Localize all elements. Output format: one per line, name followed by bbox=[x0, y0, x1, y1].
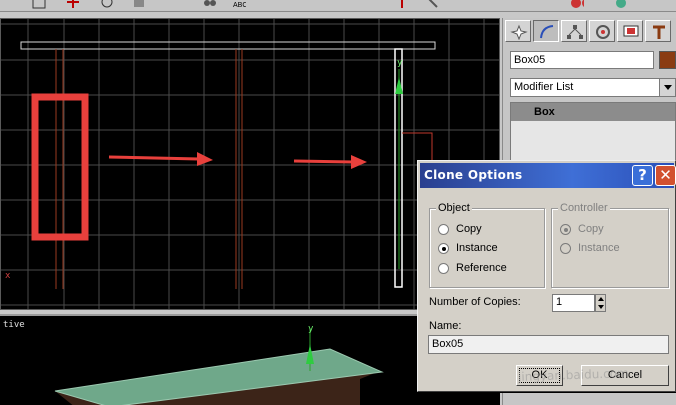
radio-button[interactable] bbox=[438, 263, 449, 274]
main-toolbar: ABC bbox=[0, 0, 676, 12]
utilities-icon bbox=[653, 25, 665, 39]
close-button[interactable]: ✕ bbox=[655, 165, 676, 186]
stack-item-box[interactable]: Box bbox=[511, 103, 675, 121]
modifier-list-label: Modifier List bbox=[514, 81, 574, 93]
tab-motion[interactable] bbox=[589, 20, 615, 42]
svg-text:ABC: ABC bbox=[233, 2, 246, 9]
spellcheck-abc-icon[interactable]: ABC bbox=[232, 0, 246, 9]
tabletop-outline[interactable] bbox=[20, 41, 436, 50]
object-group-legend: Object bbox=[436, 202, 472, 214]
radio-button-checked-disabled bbox=[560, 224, 571, 235]
modifier-list-dropdown[interactable]: Modifier List bbox=[510, 78, 676, 97]
mirror-icon[interactable] bbox=[395, 0, 409, 9]
dialog-titlebar[interactable]: Clone Options ? ✕ bbox=[420, 163, 676, 188]
persp-axis-y-label: y bbox=[308, 324, 314, 334]
copies-label: Number of Copies: bbox=[429, 296, 521, 308]
tab-modify[interactable] bbox=[533, 20, 559, 42]
command-panel-tabs bbox=[503, 18, 676, 42]
annotation-arrow-1 bbox=[108, 152, 213, 166]
spinner-down-icon[interactable] bbox=[598, 305, 604, 309]
radio-label: Instance bbox=[578, 242, 620, 254]
object-group: Object Copy Instance Reference bbox=[429, 202, 545, 288]
annotation-highlight-box bbox=[31, 93, 89, 241]
radio-label: Copy bbox=[578, 223, 604, 235]
copies-value: 1 bbox=[556, 296, 563, 308]
select-move-icon[interactable] bbox=[66, 0, 80, 9]
tab-utilities[interactable] bbox=[645, 20, 671, 42]
radio-label: Instance bbox=[456, 242, 498, 254]
radio-button-checked[interactable] bbox=[438, 243, 449, 254]
copies-input[interactable]: 1 bbox=[552, 294, 595, 312]
render-teapot-icon[interactable] bbox=[614, 0, 628, 9]
display-icon bbox=[623, 25, 639, 37]
motion-icon bbox=[596, 25, 610, 39]
modifier-stack[interactable]: Box bbox=[510, 102, 676, 162]
controller-group: Controller Copy Instance bbox=[551, 202, 669, 288]
hierarchy-icon bbox=[567, 25, 583, 39]
align-icon[interactable] bbox=[425, 0, 439, 9]
annotation-arrow-2 bbox=[293, 155, 367, 169]
tab-create[interactable] bbox=[505, 20, 531, 42]
radio-button[interactable] bbox=[438, 224, 449, 235]
axis-y-label: y bbox=[397, 58, 403, 68]
radio-button-disabled bbox=[560, 243, 571, 254]
select-object-icon[interactable] bbox=[32, 0, 46, 9]
tab-display[interactable] bbox=[617, 20, 643, 42]
modify-icon bbox=[540, 25, 554, 39]
axis-x-label: x bbox=[5, 271, 11, 281]
select-rotate-icon[interactable] bbox=[100, 0, 114, 9]
chevron-down-icon[interactable] bbox=[659, 79, 675, 96]
radio-label: Reference bbox=[456, 262, 507, 274]
create-icon bbox=[510, 24, 528, 40]
copies-spinner-buttons[interactable] bbox=[595, 294, 606, 312]
controller-group-legend: Controller bbox=[558, 202, 610, 214]
help-button[interactable]: ? bbox=[632, 165, 653, 186]
dialog-title: Clone Options bbox=[424, 168, 523, 182]
spinner-up-icon[interactable] bbox=[598, 297, 604, 301]
clone-options-dialog: Clone Options ? ✕ Object Copy Instance R… bbox=[417, 160, 676, 392]
clone-name-field[interactable]: Box05 bbox=[428, 335, 669, 354]
select-scale-icon[interactable] bbox=[132, 0, 146, 9]
material-editor-icon[interactable] bbox=[570, 0, 584, 9]
name-label: Name: bbox=[429, 320, 462, 332]
radio-label: Copy bbox=[456, 223, 482, 235]
object-name-field[interactable]: Box05 bbox=[510, 51, 654, 69]
snap-icon[interactable] bbox=[203, 0, 217, 9]
object-color-swatch[interactable] bbox=[659, 51, 676, 69]
tab-hierarchy[interactable] bbox=[561, 20, 587, 42]
app-window: ABC y x tive y Box05 Modifier List Box C… bbox=[0, 0, 676, 405]
